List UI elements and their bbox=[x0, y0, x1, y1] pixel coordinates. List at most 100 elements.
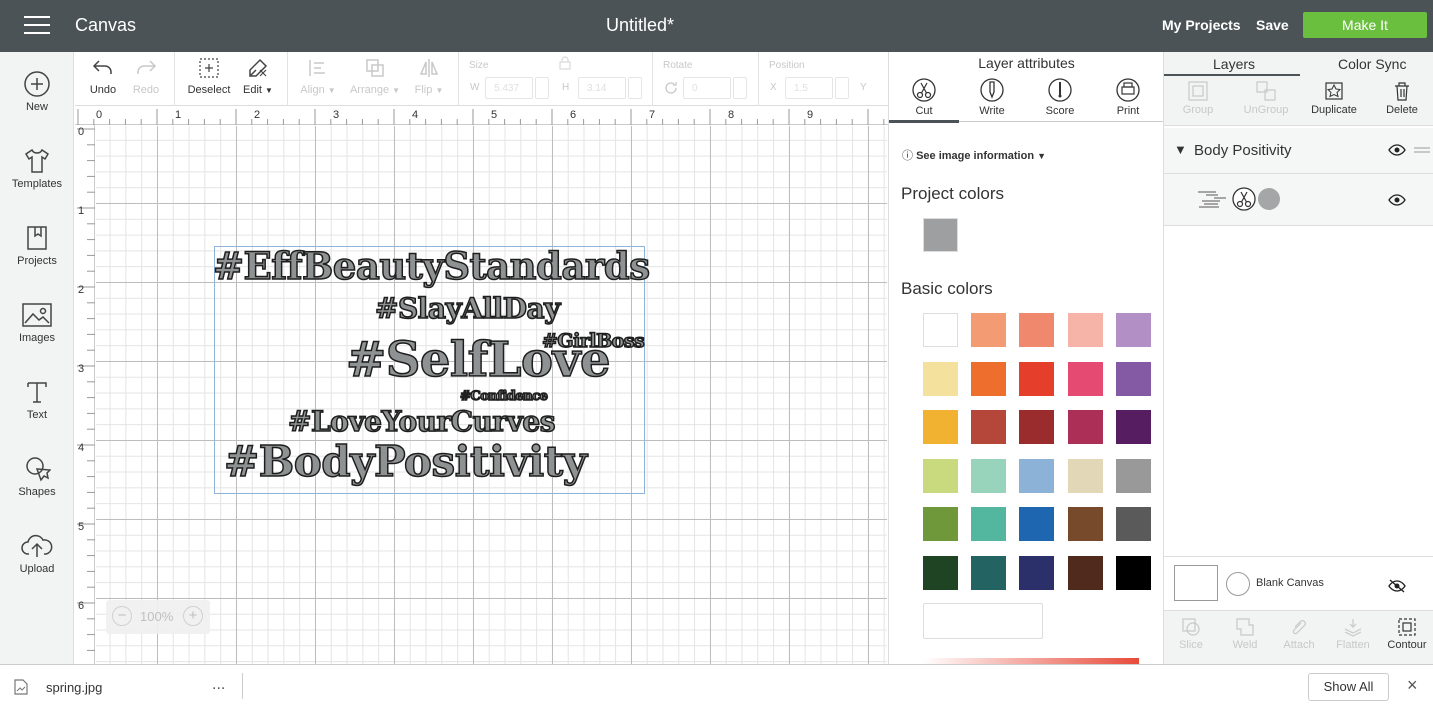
blank-canvas-row[interactable]: Blank Canvas bbox=[1164, 556, 1433, 610]
canvas-color-dot[interactable] bbox=[1226, 572, 1250, 596]
width-field[interactable]: 5.437 bbox=[485, 77, 533, 99]
basic-color-swatch[interactable] bbox=[1115, 555, 1151, 590]
basic-color-swatch[interactable] bbox=[1115, 410, 1151, 444]
basic-color-swatch[interactable] bbox=[1115, 361, 1151, 396]
project-color-swatch[interactable] bbox=[923, 218, 958, 252]
basic-color-swatch[interactable] bbox=[923, 313, 958, 347]
basic-color-swatch[interactable] bbox=[923, 361, 958, 396]
basic-color-swatch[interactable] bbox=[1067, 555, 1103, 590]
basic-color-swatch[interactable] bbox=[1019, 361, 1055, 396]
eye-icon[interactable] bbox=[1388, 144, 1406, 156]
tab-layers[interactable]: Layers bbox=[1213, 56, 1255, 72]
x-field[interactable]: 1.5 bbox=[785, 77, 833, 99]
deselect-button[interactable]: Deselect bbox=[185, 56, 233, 96]
layer-row[interactable] bbox=[1164, 174, 1433, 226]
download-filename[interactable]: spring.jpg bbox=[46, 680, 102, 695]
align-dropdown[interactable]: Align ▼ bbox=[297, 56, 339, 96]
sidebar-item-text[interactable]: Text bbox=[0, 378, 74, 421]
caret-down-icon[interactable]: ▼ bbox=[1174, 142, 1187, 157]
see-image-info-link[interactable]: ⓘ See image information ▼ bbox=[902, 147, 1046, 163]
rotate-field[interactable]: 0 bbox=[683, 77, 731, 99]
sidebar-item-upload[interactable]: Upload bbox=[0, 532, 74, 575]
drag-handle-icon[interactable] bbox=[1414, 146, 1430, 154]
tab-cut[interactable]: Cut bbox=[890, 78, 958, 117]
basic-color-swatch[interactable] bbox=[1067, 507, 1103, 541]
edit-dropdown[interactable]: Edit ▼ bbox=[238, 56, 278, 96]
basic-color-swatch[interactable] bbox=[1019, 458, 1055, 493]
basic-color-swatch[interactable] bbox=[923, 507, 958, 541]
hashtag-loveyourcurves[interactable]: #LoveYourCurves bbox=[287, 404, 556, 439]
basic-color-swatch[interactable] bbox=[1115, 458, 1151, 493]
my-projects-link[interactable]: My Projects bbox=[1162, 17, 1241, 33]
basic-color-swatch[interactable] bbox=[923, 410, 958, 444]
basic-color-swatch[interactable] bbox=[971, 361, 1007, 396]
basic-color-swatch[interactable] bbox=[923, 555, 958, 590]
weld-button[interactable]: Weld bbox=[1218, 617, 1272, 651]
undo-button[interactable]: Undo bbox=[87, 56, 119, 96]
slice-button[interactable]: Slice bbox=[1164, 617, 1218, 651]
document-title[interactable]: Untitled* bbox=[0, 15, 1280, 36]
sidebar-item-templates[interactable]: Templates bbox=[0, 147, 74, 190]
basic-color-swatch[interactable] bbox=[1019, 555, 1055, 590]
flatten-button[interactable]: Flatten bbox=[1326, 617, 1380, 651]
make-it-button[interactable]: Make It bbox=[1303, 12, 1427, 38]
eye-hidden-icon[interactable] bbox=[1388, 579, 1406, 593]
height-stepper[interactable] bbox=[628, 77, 642, 99]
design-canvas[interactable]: #EffBeautyStandards #SlayAllDay #GirlBos… bbox=[96, 126, 887, 664]
hashtag-bodypositivity[interactable]: #BodyPositivity bbox=[223, 436, 588, 487]
basic-color-swatch[interactable] bbox=[971, 410, 1007, 444]
basic-color-swatch[interactable] bbox=[971, 313, 1007, 347]
show-all-button[interactable]: Show All bbox=[1308, 673, 1389, 701]
size-heading: Size bbox=[469, 60, 489, 71]
group-button[interactable]: Group bbox=[1164, 80, 1232, 116]
basic-color-swatch[interactable] bbox=[1115, 313, 1151, 347]
basic-color-swatch[interactable] bbox=[1019, 507, 1055, 541]
save-button[interactable]: Save bbox=[1256, 17, 1289, 33]
basic-color-swatch[interactable] bbox=[1067, 458, 1103, 493]
layer-color-dot[interactable] bbox=[1258, 188, 1280, 210]
layer-group-row[interactable]: ▼ Body Positivity bbox=[1164, 128, 1433, 174]
rotate-stepper[interactable] bbox=[733, 77, 747, 99]
basic-color-swatch[interactable] bbox=[971, 507, 1007, 541]
x-stepper[interactable] bbox=[835, 77, 849, 99]
flip-dropdown[interactable]: Flip ▼ bbox=[409, 56, 449, 96]
zoom-out-button[interactable]: − bbox=[112, 606, 132, 626]
basic-color-swatch[interactable] bbox=[1067, 410, 1103, 444]
tab-write[interactable]: Write bbox=[958, 78, 1026, 117]
hashtag-effbeautystandards[interactable]: #EffBeautyStandards bbox=[212, 243, 651, 289]
more-options-icon[interactable]: ... bbox=[212, 676, 225, 694]
height-field[interactable]: 3.14 bbox=[578, 77, 626, 99]
basic-color-swatch[interactable] bbox=[1019, 313, 1055, 347]
contour-button[interactable]: Contour bbox=[1380, 617, 1433, 651]
tab-print[interactable]: Print bbox=[1094, 78, 1162, 117]
delete-button[interactable]: Delete bbox=[1368, 80, 1433, 116]
tab-score[interactable]: Score bbox=[1026, 78, 1094, 117]
basic-color-swatch[interactable] bbox=[1115, 507, 1151, 541]
basic-color-swatch[interactable] bbox=[971, 458, 1007, 493]
custom-color-field[interactable] bbox=[923, 603, 1043, 639]
tab-color-sync[interactable]: Color Sync bbox=[1338, 56, 1406, 72]
basic-color-swatch[interactable] bbox=[971, 555, 1007, 590]
hashtag-confidence[interactable]: #Confidence bbox=[459, 388, 548, 405]
width-stepper[interactable] bbox=[535, 77, 549, 99]
hashtag-selflove[interactable]: #SelfLove bbox=[345, 331, 611, 389]
sidebar-item-images[interactable]: Images bbox=[0, 301, 74, 344]
basic-color-swatch[interactable] bbox=[1019, 410, 1055, 444]
attach-button[interactable]: Attach bbox=[1272, 617, 1326, 651]
hashtag-slayallday[interactable]: #SlayAllDay bbox=[374, 291, 561, 326]
lock-icon[interactable] bbox=[558, 56, 572, 70]
arrange-dropdown[interactable]: Arrange ▼ bbox=[347, 56, 403, 96]
eye-icon[interactable] bbox=[1388, 194, 1406, 206]
ungroup-button[interactable]: UnGroup bbox=[1232, 80, 1300, 116]
toolbar-divider bbox=[652, 52, 653, 106]
close-icon[interactable]: × bbox=[1407, 675, 1418, 696]
duplicate-button[interactable]: Duplicate bbox=[1300, 80, 1368, 116]
basic-color-swatch[interactable] bbox=[1067, 361, 1103, 396]
zoom-in-button[interactable]: + bbox=[183, 606, 203, 626]
basic-color-swatch[interactable] bbox=[1067, 313, 1103, 347]
sidebar-item-projects[interactable]: Projects bbox=[0, 224, 74, 267]
basic-color-swatch[interactable] bbox=[923, 458, 958, 493]
sidebar-item-new[interactable]: New bbox=[0, 70, 74, 113]
sidebar-item-shapes[interactable]: Shapes bbox=[0, 455, 74, 498]
redo-button[interactable]: Redo bbox=[130, 56, 162, 96]
